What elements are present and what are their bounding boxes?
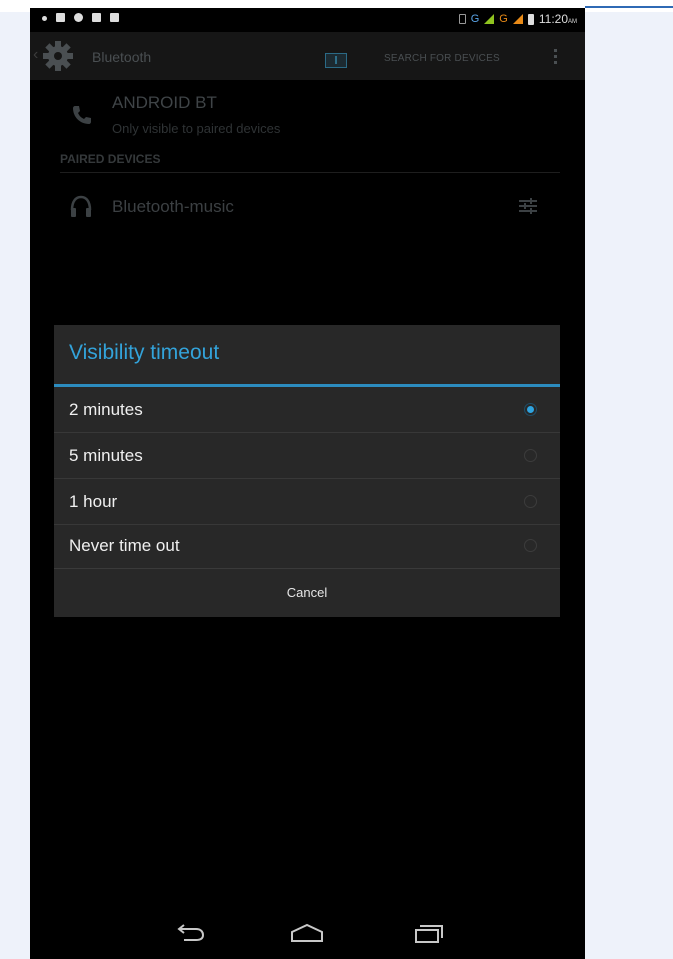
option-never-time-out[interactable]: Never time out <box>54 523 560 569</box>
phone-screen: G G 11:20AM ‹ Bluetooth SEARCH FOR DEVIC… <box>30 8 585 959</box>
option-label: 2 minutes <box>69 400 143 419</box>
paired-divider <box>60 172 560 173</box>
up-caret-icon[interactable]: ‹ <box>33 46 38 64</box>
option-label: Never time out <box>69 536 180 555</box>
paired-device-name[interactable]: Bluetooth-music <box>112 197 234 217</box>
option-2-minutes[interactable]: 2 minutes <box>54 387 560 433</box>
status-indicators: G G 11:20AM <box>458 12 577 26</box>
clock: 11:20AM <box>539 12 577 26</box>
sync-icon <box>74 13 83 22</box>
signal-icon-2 <box>512 14 523 24</box>
device-visibility: Only visible to paired devices <box>112 121 281 136</box>
clock-time: 11:20 <box>538 12 568 26</box>
home-icon[interactable] <box>287 920 327 948</box>
radio-unchecked-icon[interactable] <box>524 539 537 552</box>
option-label: 1 hour <box>69 492 118 511</box>
download-icon <box>56 13 65 22</box>
visibility-timeout-dialog: Visibility timeout 2 minutes 5 minutes 1… <box>54 325 560 617</box>
option-5-minutes[interactable]: 5 minutes <box>54 433 560 479</box>
cancel-button[interactable]: Cancel <box>54 569 560 617</box>
option-label: 5 minutes <box>69 446 143 465</box>
radio-unchecked-icon[interactable] <box>524 495 537 508</box>
bluetooth-toggle[interactable] <box>325 53 347 68</box>
battery-icon <box>527 13 534 25</box>
back-icon[interactable] <box>170 920 210 948</box>
phone-icon <box>73 106 91 124</box>
sim-icon <box>458 14 466 24</box>
overflow-menu-icon[interactable] <box>554 49 558 64</box>
headphones-icon <box>70 195 92 217</box>
top-border-rule <box>585 6 673 8</box>
network-type-label: G <box>470 13 480 25</box>
option-1-hour[interactable]: 1 hour <box>54 479 560 525</box>
paired-devices-header: PAIRED DEVICES <box>60 152 161 166</box>
settings-sliders-icon[interactable] <box>517 195 539 217</box>
page-title: Bluetooth <box>92 49 152 65</box>
navigation-bar <box>30 909 585 959</box>
radio-unchecked-icon[interactable] <box>524 449 537 462</box>
notification-icons <box>42 13 119 22</box>
search-for-devices-button[interactable]: SEARCH FOR DEVICES <box>384 53 500 64</box>
clock-ampm: AM <box>568 19 577 25</box>
device-name[interactable]: ANDROID BT <box>112 93 217 113</box>
recent-apps-icon[interactable] <box>408 920 448 948</box>
toggle-thumb <box>335 56 337 64</box>
usb-icon <box>92 13 101 22</box>
gear-icon[interactable] <box>42 40 74 72</box>
signal-icon <box>484 14 495 24</box>
status-bar: G G 11:20AM <box>30 8 585 32</box>
network-type-label-2: G <box>499 13 508 25</box>
action-bar: ‹ Bluetooth SEARCH FOR DEVICES <box>30 32 585 80</box>
radio-checked-icon[interactable] <box>524 403 537 416</box>
notification-dot-icon <box>42 16 47 21</box>
message-icon <box>110 13 119 22</box>
dialog-title: Visibility timeout <box>69 341 220 364</box>
